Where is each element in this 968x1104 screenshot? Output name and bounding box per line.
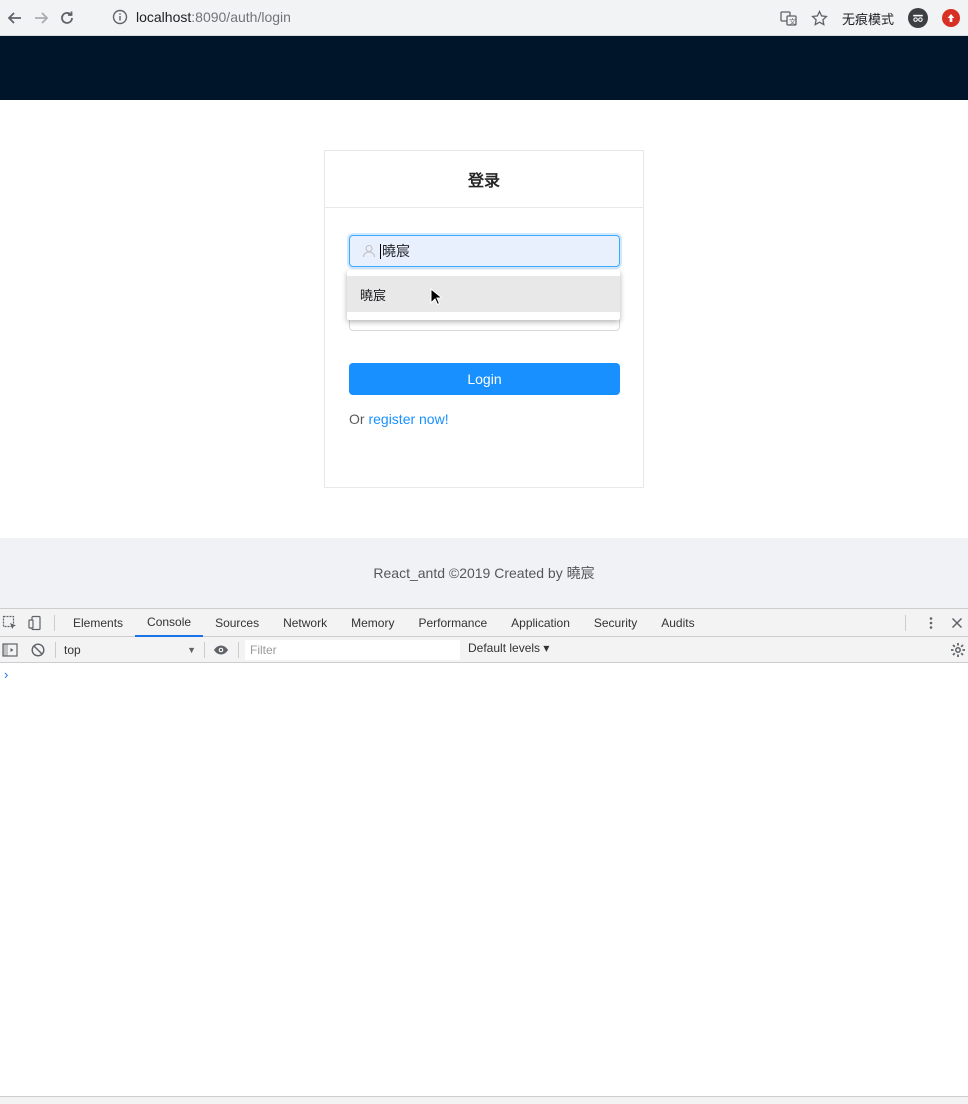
forward-button[interactable] xyxy=(30,7,52,29)
register-line: Or register now! xyxy=(349,411,449,427)
eye-icon[interactable] xyxy=(213,642,229,658)
filter-input[interactable] xyxy=(245,640,460,660)
tab-performance[interactable]: Performance xyxy=(406,609,499,637)
more-vertical-icon[interactable] xyxy=(924,616,938,630)
context-value: top xyxy=(64,643,81,657)
arrow-left-icon xyxy=(7,11,21,24)
devtools-separator xyxy=(905,615,906,631)
mouse-cursor-icon xyxy=(430,288,442,306)
login-button[interactable]: Login xyxy=(349,363,620,395)
tab-audits[interactable]: Audits xyxy=(649,609,706,637)
reload-icon xyxy=(61,11,73,24)
incognito-label: 无痕模式 xyxy=(841,11,894,27)
autocomplete-item[interactable]: 曉宸 xyxy=(347,276,620,312)
incognito-icon[interactable] xyxy=(908,8,928,28)
sidebar-toggle-icon[interactable] xyxy=(2,642,18,658)
log-levels-select[interactable]: Default levels ▾ xyxy=(468,641,549,655)
text-caret xyxy=(380,243,381,259)
star-icon[interactable] xyxy=(811,9,828,27)
login-title: 登录 xyxy=(325,151,643,208)
devtools-actions xyxy=(903,609,968,637)
devtools-tabbar: Elements Console Sources Network Memory … xyxy=(0,609,968,637)
user-icon xyxy=(362,244,376,258)
tab-sources[interactable]: Sources xyxy=(203,609,271,637)
username-value: 曉宸 xyxy=(382,243,410,259)
devtools-separator xyxy=(238,642,239,658)
info-icon[interactable] xyxy=(112,9,128,25)
devtools-separator xyxy=(55,642,56,658)
tab-application[interactable]: Application xyxy=(499,609,582,637)
gear-icon[interactable] xyxy=(950,642,966,658)
console-toolbar: top ▼ Default levels ▾ xyxy=(0,637,968,663)
back-button[interactable] xyxy=(4,7,26,29)
translate-icon[interactable]: 文 xyxy=(780,10,797,27)
context-select[interactable]: top ▼ xyxy=(64,642,196,658)
arrow-right-icon xyxy=(35,11,49,24)
devtools-bottom-bar xyxy=(0,1096,968,1104)
chevron-down-icon: ▼ xyxy=(187,645,196,655)
update-icon[interactable] xyxy=(942,9,960,27)
device-toggle-icon[interactable] xyxy=(28,615,44,631)
browser-actions: 文 无痕模式 xyxy=(780,0,960,36)
tab-memory[interactable]: Memory xyxy=(339,609,406,637)
devtools-separator xyxy=(54,614,55,631)
register-link[interactable]: register now! xyxy=(368,411,448,427)
browser-toolbar: localhost:8090/auth/login 文 无痕模式 xyxy=(0,0,968,36)
register-prefix: Or xyxy=(349,411,369,427)
svg-text:文: 文 xyxy=(789,17,796,26)
address-bar[interactable]: localhost:8090/auth/login xyxy=(102,4,828,30)
url-host: localhost xyxy=(136,9,192,25)
close-icon[interactable] xyxy=(950,616,964,630)
tab-network[interactable]: Network xyxy=(271,609,339,637)
inspect-icon[interactable] xyxy=(2,615,18,631)
app-footer: React_antd ©2019 Created by 曉宸 xyxy=(0,538,968,608)
tab-security[interactable]: Security xyxy=(582,609,649,637)
devtools-separator xyxy=(204,642,205,658)
reload-button[interactable] xyxy=(56,7,78,29)
devtools-panel: Elements Console Sources Network Memory … xyxy=(0,608,968,1104)
clear-console-icon[interactable] xyxy=(30,642,46,658)
app-header xyxy=(0,36,968,100)
autocomplete-dropdown: 曉宸 xyxy=(347,270,620,320)
url-path: :8090/auth/login xyxy=(191,9,291,25)
console-prompt[interactable]: › xyxy=(4,667,8,682)
tab-console[interactable]: Console xyxy=(135,609,204,637)
tab-elements[interactable]: Elements xyxy=(61,609,135,637)
username-input[interactable]: 曉宸 xyxy=(349,235,620,267)
